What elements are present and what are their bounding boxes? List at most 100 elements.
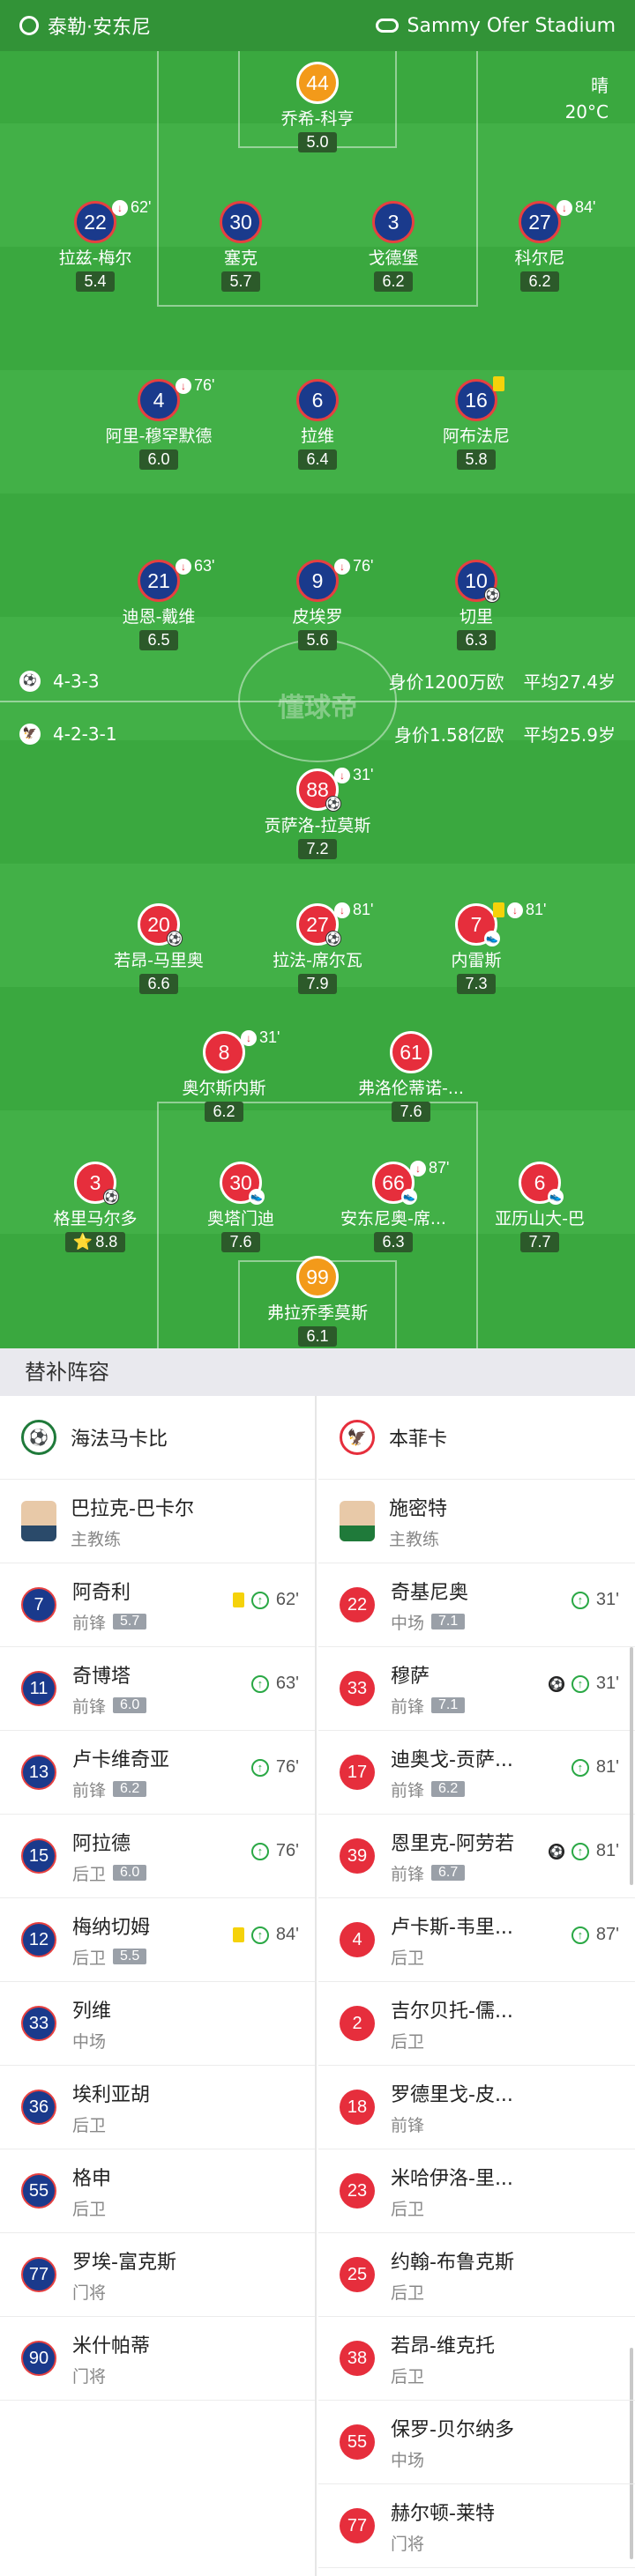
- sub-player-row[interactable]: 55 保罗-贝尔纳多 中场: [318, 2401, 635, 2484]
- player-number: 8: [218, 1040, 230, 1064]
- sub-player-row[interactable]: 39 恩里克-阿劳若 前锋 6.7 ⚽ ↑ 81': [318, 1815, 635, 1898]
- player-rating: 6.2: [520, 271, 559, 292]
- sub-player-row[interactable]: 77 赫尔顿-莱特 门将: [318, 2484, 635, 2568]
- player-info: 卢卡维奇亚 前锋 6.2: [72, 1744, 169, 1801]
- sub-player-row[interactable]: 18 罗德里戈-皮... 前锋: [318, 2066, 635, 2149]
- player-position: 后卫: [72, 2199, 107, 2219]
- sub-minute: 84': [575, 198, 596, 216]
- yellow-card-icon: [232, 1592, 244, 1607]
- player-marker[interactable]: 27 ⚽ ↓ 81' 拉法-席尔瓦 7.9: [247, 901, 388, 994]
- player-rating: 7.1: [431, 1614, 466, 1629]
- home-team-row[interactable]: ⚽ 海法马卡比: [0, 1396, 315, 1480]
- sub-on-icon: ↑: [250, 1758, 269, 1777]
- away-coach-avatar: [340, 1501, 375, 1541]
- player-marker[interactable]: 66 👟 ↓ 87' 安东尼奥-席... 6.3: [323, 1159, 464, 1252]
- player-marker[interactable]: 27 ↓ 84' 科尔尼 6.2: [469, 198, 610, 292]
- player-marker[interactable]: 88 ⚽ ↓ 31' 贡萨洛-拉莫斯 7.2: [247, 766, 388, 859]
- player-meta: 后卫: [72, 2112, 150, 2136]
- player-number: 27: [528, 210, 551, 234]
- sub-player-row[interactable]: 4 卢卡斯-韦里... 后卫 ↑ 87': [318, 1898, 635, 1982]
- player-marker[interactable]: 7 👟 ↓ 81' 内雷斯 7.3: [406, 901, 547, 994]
- player-meta: 后卫: [391, 1945, 513, 1969]
- sub-on-icon: ↑: [250, 1674, 269, 1693]
- player-name: 阿拉德: [72, 1832, 131, 1855]
- player-name: 戈德堡: [368, 249, 419, 268]
- player-rating: 5.0: [298, 132, 337, 152]
- sub-player-row[interactable]: 33 列维 中场: [0, 1982, 315, 2066]
- sub-player-row[interactable]: 36 埃利亚胡 后卫: [0, 2066, 315, 2149]
- player-number-badge: 33: [340, 1671, 375, 1706]
- player-info: 罗德里戈-皮... 前锋: [391, 2079, 513, 2136]
- home-coach-avatar: [21, 1501, 56, 1541]
- player-meta: 后卫: [391, 2364, 495, 2387]
- away-team-row[interactable]: 🦅 本菲卡: [318, 1396, 635, 1480]
- player-marker[interactable]: 99 弗拉乔季莫斯 6.1: [247, 1256, 388, 1347]
- player-marker[interactable]: 3 戈德堡 6.2: [323, 201, 464, 292]
- away-mini-logo-icon: 🦅: [19, 723, 41, 745]
- sub-player-row[interactable]: 17 迪奥戈-贡萨... 前锋 6.2 ↑ 81': [318, 1731, 635, 1815]
- sub-minute: 31': [595, 1674, 619, 1693]
- player-rating-value: 6.2: [382, 272, 405, 290]
- sub-player-row[interactable]: 90 米什帕蒂 门将: [0, 2317, 315, 2401]
- sub-player-row[interactable]: 22 奇基尼奥 中场 7.1 ↑ 31': [318, 1563, 635, 1647]
- player-marker[interactable]: 44 乔希-科亨 5.0: [247, 62, 388, 152]
- player-rating-value: 5.0: [306, 133, 329, 151]
- player-name: 米哈伊洛-里...: [391, 2167, 513, 2190]
- player-marker[interactable]: 22 ↓ 62' 拉兹-梅尔 5.4: [25, 198, 166, 292]
- ball-icon: ⚽: [325, 796, 341, 812]
- player-number: 88: [306, 777, 329, 801]
- player-marker[interactable]: 16 阿布法尼 5.8: [406, 376, 547, 470]
- player-marker[interactable]: 10 ⚽ 切里 6.3: [406, 560, 547, 650]
- player-info: 埃利亚胡 后卫: [72, 2079, 150, 2136]
- player-marker[interactable]: 30 塞克 5.7: [170, 201, 311, 292]
- sub-player-row[interactable]: 38 若昂-维克托 后卫: [318, 2317, 635, 2401]
- sub-player-row[interactable]: 2 吉尔贝托-儒... 后卫: [318, 1982, 635, 2066]
- away-coach-row[interactable]: 施密特 主教练: [318, 1480, 635, 1563]
- event-badge: ↓ 76': [176, 376, 214, 395]
- sub-player-row[interactable]: 15 阿拉德 后卫 6.0 ↑ 76': [0, 1815, 315, 1898]
- scrollbar[interactable]: [630, 1647, 633, 1885]
- event-badge: ↓ 63': [176, 557, 214, 575]
- sub-off-icon: ↓: [410, 1160, 426, 1177]
- player-rating: 6.7: [431, 1865, 466, 1881]
- watermark: 懂球帝: [278, 693, 357, 724]
- player-number-badge: 8 ↓ 31': [203, 1028, 280, 1073]
- sub-minute: 76': [194, 376, 215, 394]
- player-number-badge: 21 ↓ 63': [138, 557, 214, 602]
- player-marker[interactable]: 8 ↓ 31' 奥尔斯内斯 6.2: [153, 1028, 295, 1122]
- player-marker[interactable]: 6 👟 亚历山大-巴 7.7: [469, 1162, 610, 1252]
- player-rating: 7.3: [457, 974, 496, 994]
- player-name: 吉尔贝托-儒...: [391, 2000, 513, 2023]
- sub-player-row[interactable]: 33 穆萨 前锋 7.1 ⚽ ↑ 31': [318, 1647, 635, 1731]
- player-position: 前锋: [391, 1864, 425, 1884]
- subs-section: ⚽ 海法马卡比 巴拉克-巴卡尔 主教练 7 阿奇利 前锋 5.7 ↑ 62' 11 奇博塔 前锋…: [0, 1396, 635, 2576]
- player-rating-value: 7.7: [528, 1233, 551, 1251]
- player-marker[interactable]: 30 👟 奥塔门迪 7.6: [170, 1162, 311, 1252]
- event-badge: ↓ 81': [493, 901, 546, 919]
- player-name: 阿布法尼: [442, 427, 510, 446]
- event-badges: ⚽ ↑ 31': [548, 1674, 619, 1694]
- player-marker[interactable]: 9 ↓ 76' 皮埃罗 5.6: [247, 557, 388, 650]
- player-marker[interactable]: 20 ⚽ 若昂-马里奥 6.6: [88, 903, 229, 994]
- player-marker[interactable]: 21 ↓ 63' 迪恩-戴维 6.5: [88, 557, 229, 650]
- player-name: 约翰-布鲁克斯: [391, 2251, 514, 2274]
- player-marker[interactable]: 61 弗洛伦蒂诺-... 7.6: [340, 1031, 482, 1122]
- player-marker[interactable]: 3 ⚽ 格里马尔多 ⭐ 8.8: [25, 1162, 166, 1252]
- player-marker[interactable]: 4 ↓ 76' 阿里-穆罕默德 6.0: [88, 376, 229, 470]
- sub-player-row[interactable]: 13 卢卡维奇亚 前锋 6.2 ↑ 76': [0, 1731, 315, 1815]
- player-marker[interactable]: 6 拉维 6.4: [247, 379, 388, 470]
- sub-player-row[interactable]: 55 格申 后卫: [0, 2149, 315, 2233]
- player-position: 前锋: [391, 1780, 425, 1800]
- sub-player-row[interactable]: 77 罗埃-富克斯 门将: [0, 2233, 315, 2317]
- sub-player-row[interactable]: 25 约翰-布鲁克斯 后卫: [318, 2233, 635, 2317]
- sub-player-row[interactable]: 11 奇博塔 前锋 6.0 ↑ 63': [0, 1647, 315, 1731]
- player-meta: 后卫 6.0: [72, 1861, 147, 1885]
- player-meta: 前锋 6.0: [72, 1694, 147, 1718]
- player-meta: 前锋 6.2: [72, 1778, 169, 1801]
- player-name: 列维: [72, 2000, 112, 2023]
- sub-player-row[interactable]: 12 梅纳切姆 后卫 5.5 ↑ 84': [0, 1898, 315, 1982]
- sub-player-row[interactable]: 23 米哈伊洛-里... 后卫: [318, 2149, 635, 2233]
- sub-player-row[interactable]: 7 阿奇利 前锋 5.7 ↑ 62': [0, 1563, 315, 1647]
- home-coach-row[interactable]: 巴拉克-巴卡尔 主教练: [0, 1480, 315, 1563]
- player-number-badge: 44: [296, 62, 339, 104]
